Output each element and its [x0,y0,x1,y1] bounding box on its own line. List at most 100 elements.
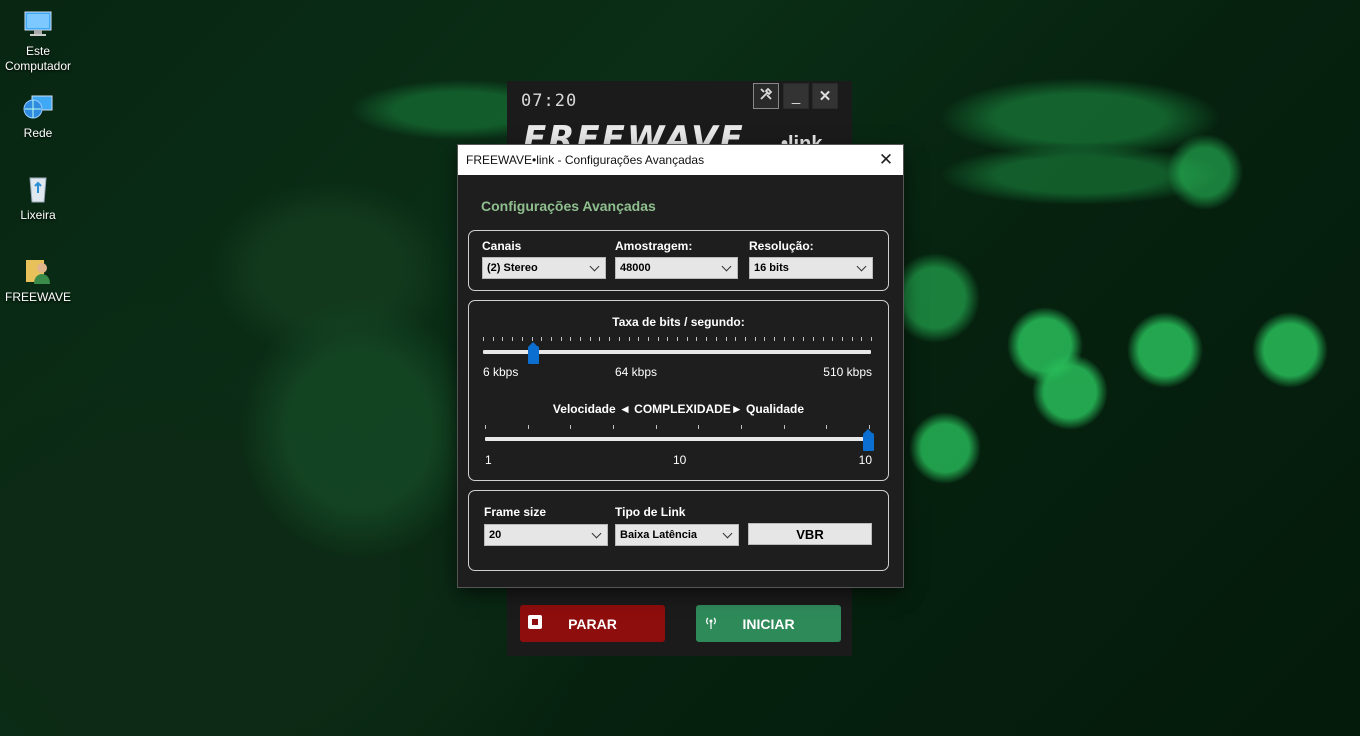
channels-select[interactable]: (2) Stereo [482,257,606,279]
bitrate-tick [744,337,746,341]
bitrate-tick [570,337,572,341]
channels-label: Canais [482,239,522,253]
audio-settings-group: Canais (2) Stereo Amostragem: 48000 Reso… [468,230,889,291]
resolution-label: Resolução: [749,239,814,253]
bitrate-tick [706,337,708,341]
bitrate-tick [492,337,494,341]
bitrate-tick [550,337,552,341]
chevron-down-icon [722,528,733,539]
minimize-button[interactable]: _ [783,83,809,109]
complexity-title: Velocidade ◄ COMPLEXIDADE► Qualidade [552,402,805,416]
desktop-icon-label: Lixeira [20,208,56,222]
complexity-tick [826,425,828,429]
complexity-tick [741,425,742,429]
bitrate-tick [754,337,756,341]
user-folder-icon [22,254,54,286]
dialog-title: FREEWAVE•link - Configurações Avançadas [466,153,705,167]
complexity-max-label: 10 [858,453,872,467]
chevron-down-icon [589,261,600,272]
frame-size-select[interactable]: 20 [484,524,608,546]
bitrate-tick [609,337,611,341]
bitrate-min-label: 6 kbps [483,365,519,379]
complexity-tick [570,425,572,429]
dialog-heading: Configurações Avançadas [481,198,656,214]
desktop-icon-label: Rede [23,126,53,140]
bitrate-tick [725,337,727,341]
bitrate-tick [667,337,669,341]
bitrate-tick [871,337,872,341]
start-button[interactable]: INICIAR [696,605,841,642]
stop-button[interactable]: PARAR [520,605,665,642]
sampling-value: 48000 [620,262,651,274]
desktop-icon-recycle-bin[interactable]: Lixeira [0,172,76,223]
chevron-down-icon [856,261,867,272]
sampling-label: Amostragem: [615,239,693,253]
complexity-tick [527,425,529,429]
stop-icon [528,615,542,629]
bitrate-tick [783,337,785,341]
complexity-tick [783,425,785,429]
dialog-close-button[interactable]: ✕ [869,145,903,175]
bitrate-tick [531,337,533,341]
link-settings-group: Frame size 20 Tipo de Link Baixa Latênci… [468,490,889,571]
bitrate-slider-thumb[interactable] [527,342,539,364]
bitrate-tick [599,337,601,341]
chevron-down-icon [721,261,732,272]
desktop-icon-label: Este Computador [4,44,72,73]
complexity-min-label: 1 [485,453,492,467]
computer-icon [22,8,54,40]
resolution-value: 16 bits [754,262,789,274]
desktop-icon-network[interactable]: Rede [0,90,76,141]
bitrate-slider-track[interactable] [483,350,871,354]
bitrate-tick [618,337,620,341]
start-button-label: INICIAR [742,615,795,632]
bitrate-tick [580,337,581,341]
recycle-bin-icon [22,172,54,204]
bitrate-tick [502,337,504,341]
bitrate-tick [764,337,766,341]
close-button[interactable]: ✕ [812,83,838,109]
desktop-icon-label: FREEWAVE [4,290,71,304]
tools-button[interactable] [753,83,779,109]
frame-size-label: Frame size [484,505,547,519]
complexity-slider-thumb[interactable] [863,429,874,451]
desktop-icon-computer[interactable]: Este Computador [0,8,76,74]
clock: 07:20 [521,91,578,111]
bitrate-tick [774,337,775,341]
complexity-tick [698,425,700,429]
link-type-label: Tipo de Link [615,505,686,519]
frame-size-value: 20 [489,529,502,541]
resolution-select[interactable]: 16 bits [749,257,873,279]
bitrate-tick [512,337,514,341]
link-type-value: Baixa Latência [620,529,698,541]
bitrate-tick [483,337,484,341]
network-icon [22,90,54,122]
bitrate-max-label: 510 kbps [823,365,872,379]
stop-button-label: PARAR [568,615,617,632]
bitrate-tick [696,337,698,341]
vbr-button[interactable]: VBR [748,523,872,545]
bitrate-tick [812,337,814,341]
complexity-slider-track[interactable] [485,437,871,441]
sampling-select[interactable]: 48000 [615,257,738,279]
bitrate-tick [647,337,649,341]
bitrate-tick [541,337,543,341]
bitrate-tick [803,337,805,341]
bitrate-tick [521,337,523,341]
antenna-icon [704,615,718,629]
bitrate-tick [686,337,688,341]
bitrate-tick [657,337,659,341]
bitrate-tick [589,337,591,341]
desktop-icon-freewave[interactable]: FREEWAVE [0,254,76,305]
bitrate-tick [560,337,562,341]
bitrate-mid-label: 64 kbps [615,365,658,379]
bitrate-tick [628,337,630,341]
chevron-down-icon [591,528,602,539]
link-type-select[interactable]: Baixa Latência [615,524,739,546]
bitrate-tick [735,337,737,341]
encoding-settings-group: Taxa de bits / segundo: 6 kbps 64 kbps 5… [468,300,889,481]
bitrate-tick [861,337,863,341]
channels-value: (2) Stereo [487,262,538,274]
advanced-settings-dialog: FREEWAVE•link - Configurações Avançadas … [458,145,903,587]
bitrate-tick [715,337,717,341]
